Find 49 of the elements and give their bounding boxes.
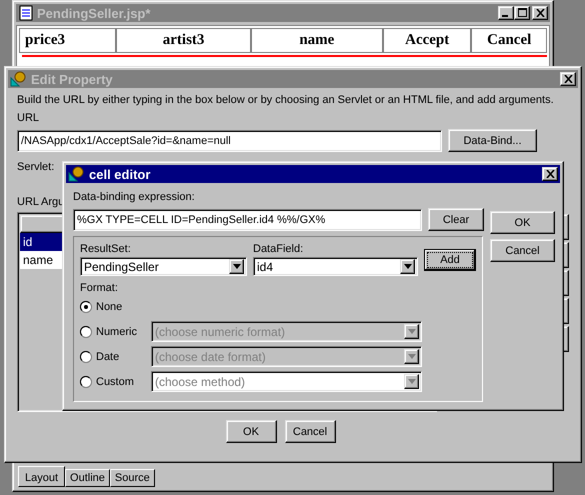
data-bind-button[interactable]: Data-Bind...	[448, 129, 537, 152]
tab[interactable]: Layout	[18, 466, 66, 487]
datafield-dropdown[interactable]: id4	[253, 257, 418, 276]
url-field[interactable]: /NASApp/cdx1/AcceptSale?id=&name=null	[17, 130, 442, 152]
format-label: Format:	[80, 282, 119, 294]
resultset-label: ResultSet:	[80, 243, 131, 255]
dialog-button[interactable]: OK	[226, 420, 276, 443]
caret-icon	[404, 264, 412, 269]
radio-label: Custom	[96, 376, 135, 388]
format-dropdown[interactable]: (choose method)	[151, 371, 422, 392]
servlet-label: Servlet:	[17, 161, 54, 173]
radio-label: Date	[96, 350, 120, 362]
dialog-button[interactable]: Cancel	[284, 420, 336, 443]
close-icon	[564, 75, 572, 83]
window-title: PendingSeller.jsp*	[37, 6, 150, 20]
clear-button[interactable]: Clear	[428, 208, 484, 231]
document-icon	[18, 5, 34, 21]
radio-label: None	[96, 300, 124, 312]
column-header: Cancel	[471, 28, 547, 53]
globe-ruler-icon	[10, 71, 28, 87]
close-button[interactable]	[542, 167, 558, 181]
column-header: name	[250, 28, 383, 53]
radio-button[interactable]	[80, 376, 92, 388]
maximize-icon	[518, 8, 526, 17]
radio-button[interactable]	[80, 300, 92, 312]
expression-label: Data-binding expression:	[73, 191, 195, 203]
instructions-text: Build the URL by either typing in the box below or by choosing an Servlet or an HTML file, and add arguments.	[17, 94, 554, 106]
resultset-dropdown[interactable]: PendingSeller	[80, 257, 247, 276]
caret-icon	[408, 379, 416, 384]
url-label: URL	[17, 112, 40, 124]
close-icon	[546, 170, 554, 178]
column-header: artist3	[116, 28, 251, 53]
window-title: cell editor	[89, 166, 150, 182]
caret-icon	[408, 354, 416, 359]
datafield-label: DataField:	[253, 243, 304, 255]
radio-label: Numeric	[96, 326, 138, 338]
tab[interactable]: Source	[110, 469, 155, 487]
expression-field[interactable]: %GX TYPE=CELL ID=PendingSeller.id4 %%/GX%	[73, 208, 422, 230]
window-title: Edit Property	[31, 72, 113, 86]
close-icon	[536, 9, 544, 17]
column-header: Accept	[382, 28, 472, 53]
dialog-button[interactable]: OK	[490, 211, 555, 234]
column-header: price3	[19, 28, 116, 53]
dialog-button[interactable]: Cancel	[490, 239, 555, 262]
tab[interactable]: Outline	[65, 469, 110, 487]
caret-icon	[232, 264, 240, 269]
add-button[interactable]: Add	[424, 249, 476, 271]
globe-ruler-icon	[68, 166, 86, 182]
caret-icon	[408, 329, 416, 334]
